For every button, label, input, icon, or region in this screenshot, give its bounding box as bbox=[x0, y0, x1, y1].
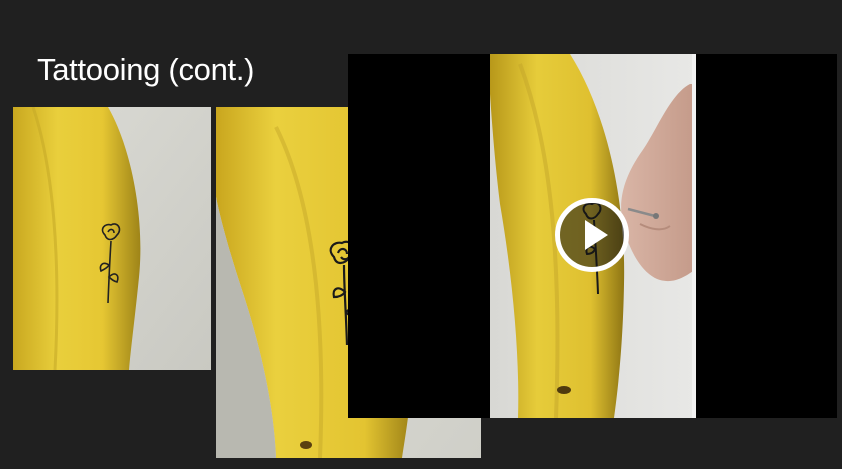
banana-photo-1 bbox=[13, 107, 211, 370]
slide-title: Tattooing (cont.) bbox=[37, 52, 255, 87]
play-icon bbox=[585, 220, 608, 250]
video-player[interactable] bbox=[348, 54, 837, 418]
play-button[interactable] bbox=[555, 198, 629, 272]
